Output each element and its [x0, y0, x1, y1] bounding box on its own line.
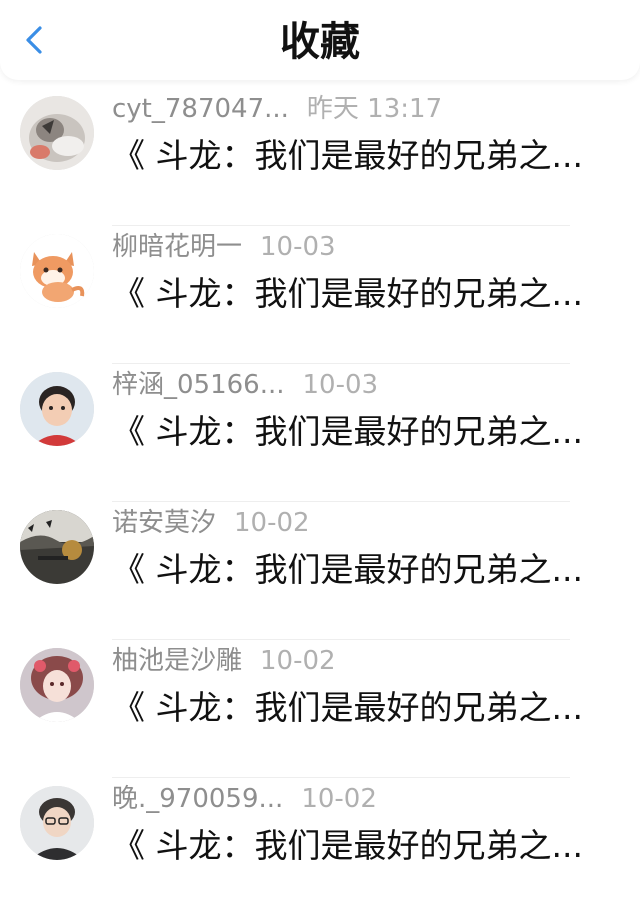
avatar[interactable]: [20, 234, 94, 308]
timestamp: 10-02: [260, 646, 336, 676]
list-item[interactable]: 梓涵_05166... 10-03 《 斗龙：我们是最好的兄弟之...: [0, 364, 640, 502]
avatar[interactable]: [20, 96, 94, 170]
item-meta: 柚池是沙雕 10-02: [112, 644, 336, 678]
timestamp: 10-02: [234, 508, 310, 538]
item-meta: 柳暗花明一 10-03: [112, 230, 336, 264]
avatar[interactable]: [20, 786, 94, 860]
item-meta: 梓涵_05166... 10-03: [112, 368, 378, 402]
avatar-image: [20, 96, 94, 170]
item-content[interactable]: 《 斗龙：我们是最好的兄弟之...: [112, 824, 592, 868]
avatar[interactable]: [20, 510, 94, 584]
avatar-image: [20, 510, 94, 584]
list-item[interactable]: 柚池是沙雕 10-02 《 斗龙：我们是最好的兄弟之...: [0, 640, 640, 778]
avatar[interactable]: [20, 648, 94, 722]
item-content[interactable]: 《 斗龙：我们是最好的兄弟之...: [112, 410, 592, 454]
list-item[interactable]: cyt_787047... 昨天 13:17 《 斗龙：我们是最好的兄弟之...: [0, 88, 640, 226]
page-title: 收藏: [280, 19, 360, 65]
user-name[interactable]: 晚._970059...: [112, 782, 283, 816]
user-name[interactable]: 梓涵_05166...: [112, 368, 285, 402]
timestamp: 10-02: [301, 784, 377, 814]
avatar-image: [20, 648, 94, 722]
list-item[interactable]: 柳暗花明一 10-03 《 斗龙：我们是最好的兄弟之...: [0, 226, 640, 364]
user-name[interactable]: 诺安莫汐: [112, 506, 216, 540]
item-meta: 诺安莫汐 10-02: [112, 506, 310, 540]
user-name[interactable]: 柚池是沙雕: [112, 644, 242, 678]
item-content[interactable]: 《 斗龙：我们是最好的兄弟之...: [112, 134, 592, 178]
user-name[interactable]: cyt_787047...: [112, 92, 289, 126]
list-item[interactable]: 诺安莫汐 10-02 《 斗龙：我们是最好的兄弟之...: [0, 502, 640, 640]
timestamp: 昨天 13:17: [306, 94, 443, 124]
item-meta: 晚._970059... 10-02: [112, 782, 377, 816]
avatar-image: [20, 234, 94, 308]
avatar-image: [20, 372, 94, 446]
avatar[interactable]: [20, 372, 94, 446]
avatar-image: [20, 786, 94, 860]
item-content[interactable]: 《 斗龙：我们是最好的兄弟之...: [112, 548, 592, 592]
timestamp: 10-03: [302, 370, 379, 400]
user-name[interactable]: 柳暗花明一: [112, 230, 242, 264]
list-item[interactable]: 晚._970059... 10-02 《 斗龙：我们是最好的兄弟之...: [0, 778, 640, 916]
timestamp: 10-03: [260, 232, 336, 262]
item-content[interactable]: 《 斗龙：我们是最好的兄弟之...: [112, 272, 592, 316]
favorites-list: cyt_787047... 昨天 13:17 《 斗龙：我们是最好的兄弟之... …: [0, 88, 640, 916]
item-content[interactable]: 《 斗龙：我们是最好的兄弟之...: [112, 686, 592, 730]
top-bar: 收藏: [0, 0, 640, 80]
item-meta: cyt_787047... 昨天 13:17: [112, 92, 442, 126]
